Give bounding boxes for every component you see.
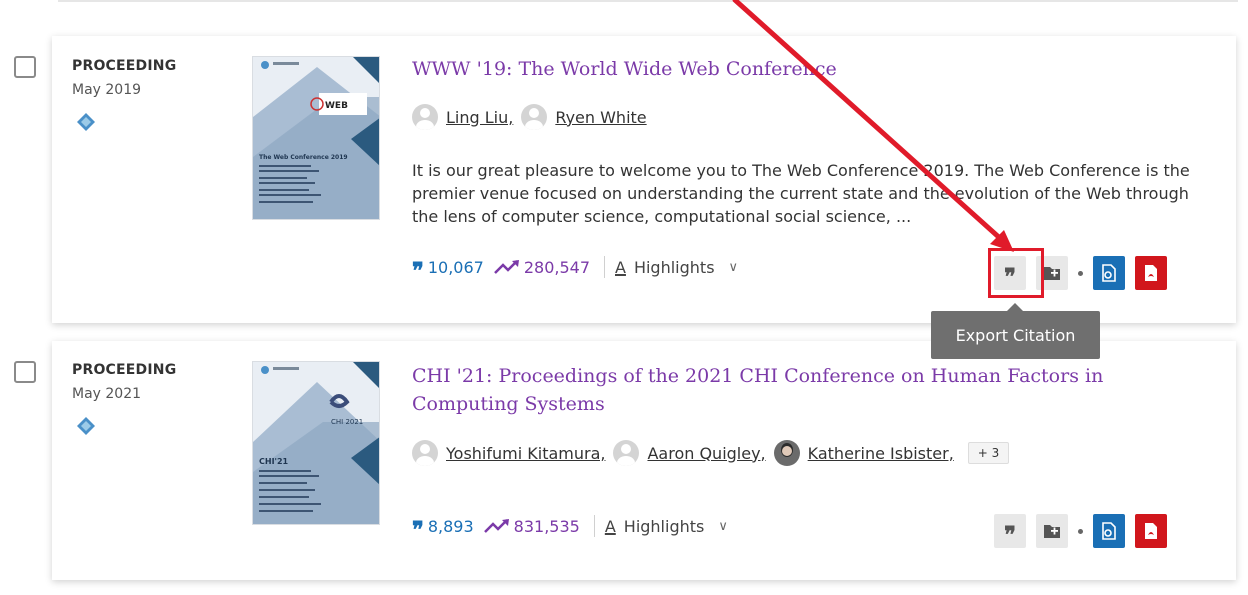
person-placeholder-icon [412, 104, 438, 130]
pdf-icon [1145, 265, 1157, 281]
select-checkbox[interactable] [14, 361, 36, 383]
metrics-divider [593, 515, 595, 537]
document-access-icon [1102, 522, 1116, 540]
trend-up-icon [493, 260, 519, 274]
author-name-link[interactable]: Ling Liu, [446, 108, 513, 127]
author-list: Yoshifumi Kitamura, Aaron Quigley, Kathe… [412, 440, 1010, 466]
content-type: PROCEEDING [72, 362, 177, 378]
chevron-down-icon[interactable]: ∨ [729, 260, 739, 275]
add-to-binder-button[interactable] [1036, 514, 1068, 548]
metrics-divider [604, 256, 605, 278]
top-divider [58, 0, 1238, 2]
author-name-link[interactable]: Aaron Quigley, [647, 444, 765, 463]
highlights-toggle[interactable]: Highlights [634, 258, 715, 277]
export-citation-button[interactable]: ❞ [994, 514, 1026, 548]
download-count-value: 831,535 [513, 516, 580, 536]
cover-logo-text: WEB [325, 101, 348, 111]
author-name-link[interactable]: Ryen White [555, 108, 646, 127]
pdf-icon [1145, 523, 1157, 539]
annotation-highlight-box [988, 248, 1044, 298]
author-item[interactable]: Yoshifumi Kitamura, [412, 440, 605, 466]
pdf-button[interactable] [1135, 514, 1167, 548]
result-actions: ❞ [994, 514, 1167, 548]
cover-heading: The Web Conference 2019 [259, 154, 348, 161]
author-item[interactable]: Katherine Isbister, [773, 440, 954, 466]
proceedings-cover-image[interactable]: WEB The Web Conference 2019 [252, 56, 380, 220]
acm-diamond-icon [77, 113, 95, 131]
get-access-button[interactable] [1093, 514, 1125, 548]
get-access-button[interactable] [1093, 256, 1125, 290]
citation-count-value: 10,067 [427, 257, 484, 277]
person-placeholder-icon [412, 440, 438, 466]
person-placeholder-icon [521, 104, 548, 130]
download-count-value: 280,547 [523, 257, 590, 277]
export-citation-tooltip: Export Citation [931, 303, 1100, 359]
author-item[interactable]: Ling Liu, [412, 104, 513, 130]
chevron-down-icon[interactable]: ∨ [718, 519, 728, 534]
highlights-icon[interactable]: A [605, 517, 616, 536]
result-title-link[interactable]: CHI '21: Proceedings of the 2021 CHI Con… [412, 362, 1172, 418]
trend-up-icon [483, 519, 509, 533]
action-separator-dot [1078, 528, 1083, 534]
result-title-link[interactable]: WWW '19: The World Wide Web Conference [412, 55, 1172, 83]
result-metrics: ❞ 10,067 280,547 A Highlights ∨ [412, 256, 738, 278]
person-placeholder-icon [613, 440, 640, 466]
pdf-button[interactable] [1135, 256, 1167, 290]
folder-plus-icon [1044, 267, 1060, 280]
author-item[interactable]: Aaron Quigley, [613, 440, 766, 466]
result-meta: PROCEEDING May 2021 [72, 362, 176, 441]
author-item[interactable]: Ryen White [521, 104, 647, 130]
highlights-icon[interactable]: A [615, 258, 626, 277]
result-meta: PROCEEDING May 2019 [72, 58, 176, 137]
quote-icon: ❞ [1004, 522, 1016, 548]
author-list: Ling Liu, Ryen White [412, 104, 647, 130]
acm-diamond-icon [77, 417, 95, 435]
document-access-icon [1102, 264, 1116, 282]
proceedings-cover-image[interactable]: CHI 2021 CHI'21 [252, 361, 380, 525]
highlights-toggle[interactable]: Highlights [624, 517, 705, 536]
cover-heading: CHI'21 [259, 457, 289, 466]
person-photo-icon [773, 440, 800, 466]
download-count: 280,547 [493, 257, 590, 277]
content-type: PROCEEDING [72, 58, 177, 74]
citation-count: ❞ 10,067 [412, 258, 484, 277]
select-checkbox[interactable] [14, 56, 36, 78]
author-name-link[interactable]: Katherine Isbister, [808, 444, 954, 463]
publication-date: May 2021 [72, 386, 142, 402]
quote-icon: ❞ [412, 259, 424, 275]
citation-count-value: 8,893 [427, 516, 474, 536]
action-separator-dot [1078, 270, 1083, 276]
citation-count: ❞ 8,893 [412, 517, 474, 536]
download-count: 831,535 [483, 516, 580, 536]
result-abstract: It is our great pleasure to welcome you … [412, 161, 1190, 226]
author-name-link[interactable]: Yoshifumi Kitamura, [446, 444, 605, 463]
more-authors-button[interactable]: + 3 [967, 442, 1010, 464]
result-metrics: ❞ 8,893 831,535 A Highlights ∨ [412, 515, 728, 537]
folder-plus-icon [1044, 525, 1060, 538]
cover-logo-text: CHI 2021 [331, 418, 363, 426]
quote-icon: ❞ [412, 518, 424, 534]
publication-date: May 2019 [72, 82, 142, 98]
